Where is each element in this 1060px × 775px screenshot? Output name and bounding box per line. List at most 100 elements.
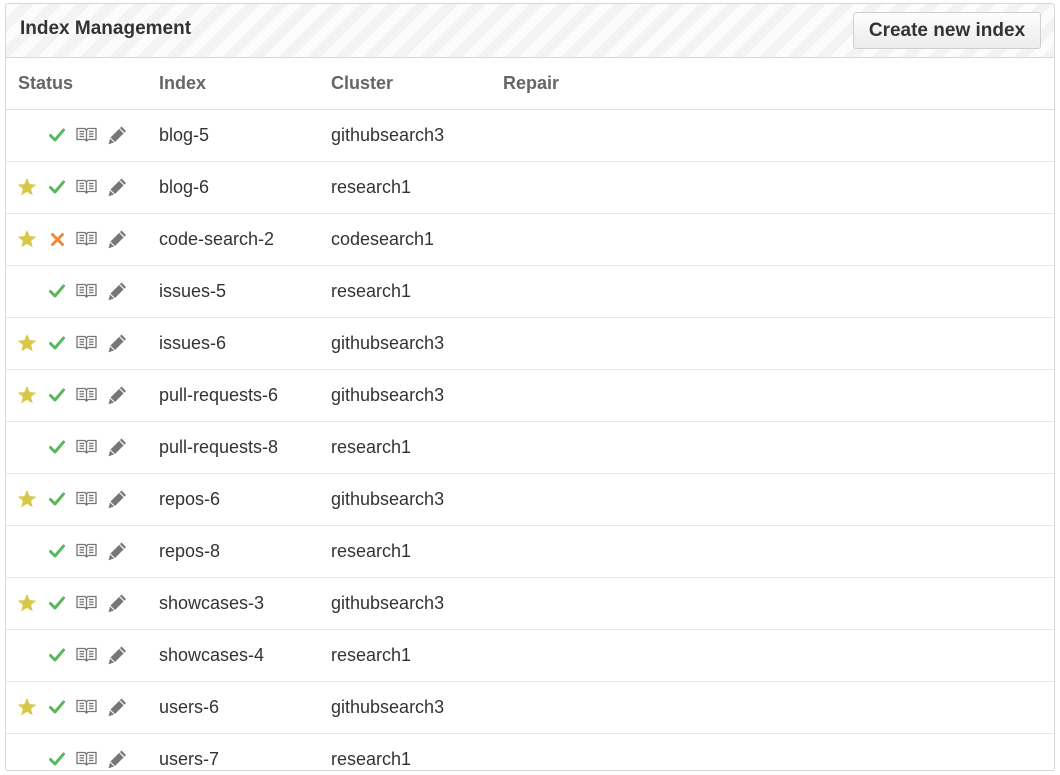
check-icon: [42, 266, 72, 317]
pencil-icon[interactable]: [102, 682, 132, 733]
panel-title: Index Management: [20, 18, 192, 39]
table-row: issues-5 research1: [6, 265, 1054, 318]
table-row: repos-6 githubsearch3: [6, 473, 1054, 526]
star-placeholder: [12, 422, 42, 473]
repair-cell: [503, 265, 1054, 318]
cluster-name: githubsearch3: [331, 681, 503, 734]
index-management-panel: Index Management Create new index Status…: [5, 3, 1055, 771]
status-icons: [6, 630, 159, 681]
book-icon[interactable]: [72, 266, 102, 317]
star-placeholder: [12, 526, 42, 577]
table-row: blog-5 githubsearch3: [6, 109, 1054, 162]
check-icon: [42, 578, 72, 629]
index-name: issues-6: [159, 317, 331, 370]
index-table: Status Index Cluster Repair blog-5 github…: [6, 58, 1054, 771]
index-name: blog-5: [159, 109, 331, 162]
book-icon[interactable]: [72, 370, 102, 421]
book-icon[interactable]: [72, 526, 102, 577]
repair-cell: [503, 317, 1054, 370]
pencil-icon[interactable]: [102, 578, 132, 629]
table-row: code-search-2 codesearch1: [6, 213, 1054, 266]
create-new-index-button[interactable]: Create new index: [853, 12, 1041, 49]
status-icons: [6, 266, 159, 317]
status-cell: [6, 109, 159, 162]
status-cell: [6, 629, 159, 682]
status-icons: [6, 682, 159, 733]
column-header-cluster: Cluster: [331, 58, 503, 110]
cluster-name: githubsearch3: [331, 473, 503, 526]
book-icon[interactable]: [72, 578, 102, 629]
pencil-icon[interactable]: [102, 526, 132, 577]
book-icon[interactable]: [72, 214, 102, 265]
cluster-name: research1: [331, 161, 503, 214]
pencil-icon[interactable]: [102, 214, 132, 265]
status-icons: [6, 214, 159, 265]
index-name: pull-requests-8: [159, 421, 331, 474]
status-cell: [6, 317, 159, 370]
table-row: issues-6 githubsearch3: [6, 317, 1054, 370]
star-icon: [12, 578, 42, 629]
pencil-icon[interactable]: [102, 630, 132, 681]
pencil-icon[interactable]: [102, 474, 132, 525]
book-icon[interactable]: [72, 474, 102, 525]
table-row: showcases-4 research1: [6, 629, 1054, 682]
cluster-name: githubsearch3: [331, 317, 503, 370]
index-name: issues-5: [159, 265, 331, 318]
repair-cell: [503, 629, 1054, 682]
star-icon: [12, 682, 42, 733]
status-icons: [6, 162, 159, 213]
table-row: blog-6 research1: [6, 161, 1054, 214]
status-cell: [6, 733, 159, 771]
status-icons: [6, 526, 159, 577]
index-name: blog-6: [159, 161, 331, 214]
star-icon: [12, 162, 42, 213]
status-cell: [6, 161, 159, 214]
repair-cell: [503, 109, 1054, 162]
table-row: users-7 research1: [6, 733, 1054, 771]
pencil-icon[interactable]: [102, 318, 132, 369]
cluster-name: research1: [331, 748, 412, 769]
cluster-name: githubsearch3: [331, 109, 503, 162]
check-icon: [42, 474, 72, 525]
status-cell: [6, 265, 159, 318]
table-row: users-6 githubsearch3: [6, 681, 1054, 734]
repair-cell: [503, 161, 1054, 214]
x-icon: [42, 214, 72, 265]
table-row: pull-requests-8 research1: [6, 421, 1054, 474]
book-icon[interactable]: [72, 110, 102, 161]
check-icon: [42, 682, 72, 733]
book-icon[interactable]: [72, 162, 102, 213]
star-placeholder: [12, 266, 42, 317]
book-icon[interactable]: [72, 630, 102, 681]
index-name: code-search-2: [159, 213, 331, 266]
status-cell: [6, 421, 159, 474]
repair-cell: [503, 473, 1054, 526]
table-row: showcases-3 githubsearch3: [6, 577, 1054, 630]
star-placeholder: [12, 734, 42, 771]
status-icons: [6, 578, 159, 629]
check-icon: [42, 422, 72, 473]
pencil-icon[interactable]: [102, 370, 132, 421]
book-icon[interactable]: [72, 734, 102, 771]
index-name: showcases-3: [159, 577, 331, 630]
status-icons: [6, 422, 159, 473]
check-icon: [42, 162, 72, 213]
book-icon[interactable]: [72, 682, 102, 733]
status-cell: [6, 577, 159, 630]
book-icon[interactable]: [72, 422, 102, 473]
pencil-icon[interactable]: [102, 162, 132, 213]
status-cell: [6, 213, 159, 266]
status-cell: [6, 525, 159, 578]
star-icon: [12, 370, 42, 421]
pencil-icon[interactable]: [102, 266, 132, 317]
star-icon: [12, 214, 42, 265]
cluster-name: research1: [331, 525, 503, 578]
panel-header: Index Management Create new index: [6, 4, 1054, 58]
pencil-icon[interactable]: [102, 734, 132, 771]
pencil-icon[interactable]: [102, 422, 132, 473]
index-name: users-6: [159, 681, 331, 734]
pencil-icon[interactable]: [102, 110, 132, 161]
book-icon[interactable]: [72, 318, 102, 369]
status-icons: [6, 110, 159, 161]
check-icon: [42, 110, 72, 161]
